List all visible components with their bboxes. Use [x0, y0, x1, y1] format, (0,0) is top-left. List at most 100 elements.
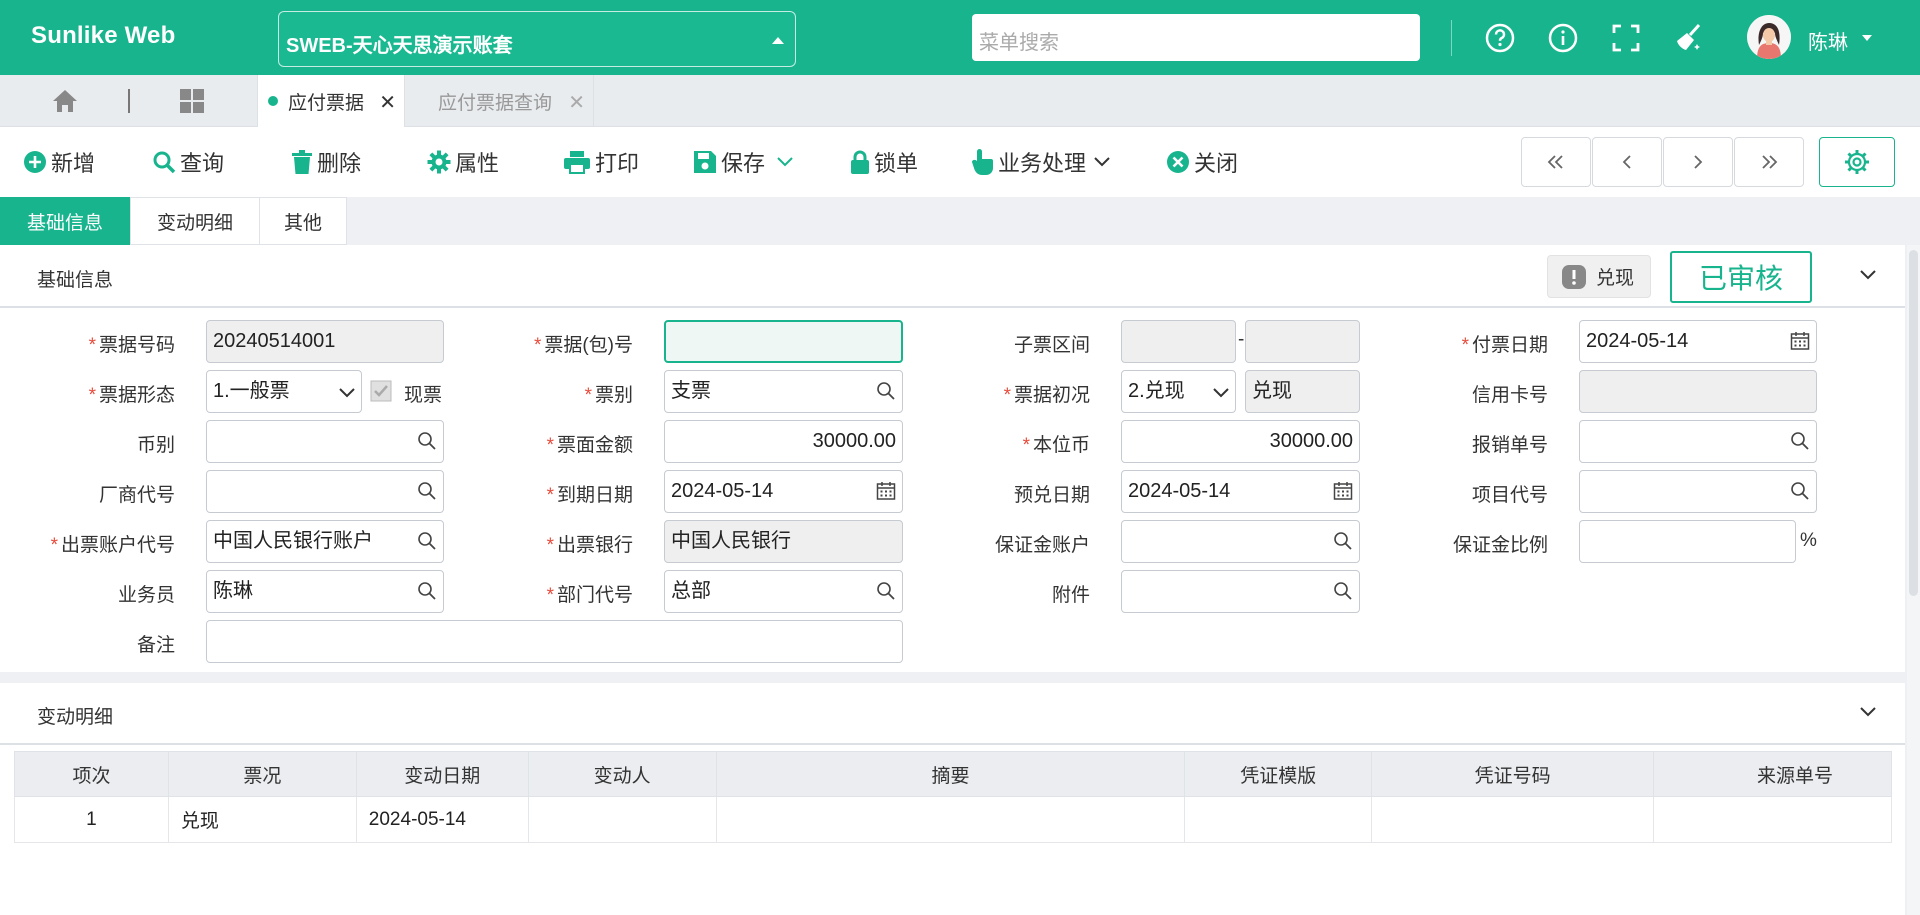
chevron-down-icon[interactable]: [777, 157, 793, 167]
search-icon[interactable]: [417, 581, 437, 601]
bill-no-label: * 票据号码: [88, 335, 175, 356]
clear-cache-broom-icon[interactable]: [1673, 22, 1705, 54]
first-record-button[interactable]: [1521, 137, 1591, 187]
deposit-ratio-label: 保证金比例: [1452, 535, 1548, 556]
local-amount-field[interactable]: 30000.00: [1121, 420, 1360, 463]
delete-label: 删除: [317, 151, 362, 176]
salesman-field[interactable]: 陈琳: [206, 570, 444, 613]
initial-status-select[interactable]: 2.兑现: [1121, 370, 1236, 413]
project-field[interactable]: [1579, 470, 1817, 513]
chevron-down-icon: [1213, 388, 1229, 398]
new-button[interactable]: 新增: [23, 147, 95, 177]
account-selector[interactable]: SWEB-天心天思演示账套: [278, 11, 796, 67]
tab-basic-info[interactable]: 基础信息: [0, 197, 130, 245]
calendar-icon[interactable]: [1790, 331, 1810, 351]
chevron-down-icon[interactable]: [1860, 707, 1876, 717]
status-badge: 兑现: [1547, 255, 1651, 298]
page-tab-strip: 应付票据 ✕ 应付票据查询 ✕: [0, 75, 1920, 127]
table-row[interactable]: 1 兑现 2024-05-14: [14, 796, 1892, 843]
expense-no-field[interactable]: [1579, 420, 1817, 463]
calendar-icon[interactable]: [1333, 481, 1353, 501]
package-no-field[interactable]: [664, 320, 903, 363]
print-label: 打印: [595, 151, 640, 176]
due-date-field[interactable]: 2024-05-14: [664, 470, 903, 513]
search-icon[interactable]: [1790, 431, 1810, 451]
bill-no-field[interactable]: 20240514001: [206, 320, 444, 363]
grid-menu-icon[interactable]: [178, 87, 206, 115]
sub-range-from-field[interactable]: [1121, 320, 1236, 363]
save-button[interactable]: 保存: [693, 147, 797, 177]
query-button[interactable]: 查询: [152, 147, 224, 177]
range-separator: -: [1238, 329, 1245, 350]
prev-record-button[interactable]: [1592, 137, 1662, 187]
remark-field[interactable]: [206, 620, 903, 663]
close-icon[interactable]: ✕: [379, 90, 396, 115]
pay-date-field[interactable]: 2024-05-14: [1579, 320, 1817, 363]
search-icon[interactable]: [1333, 581, 1353, 601]
deposit-ratio-field[interactable]: [1579, 520, 1796, 563]
currency-field[interactable]: [206, 420, 444, 463]
scrollbar-thumb[interactable]: [1909, 250, 1918, 596]
home-icon[interactable]: [51, 87, 79, 115]
dept-field[interactable]: 总部: [664, 570, 903, 613]
column-header[interactable]: 票况: [167, 751, 357, 797]
issue-account-field[interactable]: 中国人民银行账户: [206, 520, 444, 563]
issue-bank-field[interactable]: 中国人民银行: [664, 520, 903, 563]
column-header[interactable]: 摘要: [715, 751, 1186, 797]
vendor-field[interactable]: [206, 470, 444, 513]
properties-button[interactable]: 属性: [427, 147, 499, 177]
info-icon[interactable]: [1547, 22, 1579, 54]
user-avatar[interactable]: [1747, 15, 1791, 59]
lock-button[interactable]: 锁单: [850, 147, 918, 177]
column-header[interactable]: 凭证模版: [1184, 751, 1373, 797]
sub-range-to-field[interactable]: [1245, 320, 1360, 363]
business-process-button[interactable]: 业务处理: [972, 147, 1114, 177]
deposit-account-field[interactable]: [1121, 520, 1360, 563]
next-record-button[interactable]: [1663, 137, 1733, 187]
user-name[interactable]: 陈琳: [1808, 26, 1848, 55]
column-header[interactable]: 变动人: [527, 751, 717, 797]
vendor-label: 厂商代号: [98, 485, 175, 506]
tab-payable-bill-query[interactable]: 应付票据查询 ✕: [406, 75, 594, 127]
menu-search-input[interactable]: 菜单搜索: [972, 14, 1420, 61]
change-detail-panel: 变动明细 项次 票况 变动日期 变动人 摘要 凭证模版 凭证号码 来源单号 1 …: [0, 683, 1905, 915]
calendar-icon[interactable]: [876, 481, 896, 501]
search-icon[interactable]: [417, 481, 437, 501]
chevron-down-icon[interactable]: [1094, 157, 1110, 167]
bill-type-field[interactable]: 支票: [664, 370, 903, 413]
face-amount-label: * 票面金额: [546, 435, 633, 456]
column-header[interactable]: 项次: [14, 751, 169, 797]
search-icon[interactable]: [1790, 481, 1810, 501]
attachment-field[interactable]: [1121, 570, 1360, 613]
search-icon[interactable]: [876, 381, 896, 401]
initial-status-text-field[interactable]: 兑现: [1245, 370, 1360, 413]
expect-date-field[interactable]: 2024-05-14: [1121, 470, 1360, 513]
caret-down-icon[interactable]: [1862, 35, 1872, 41]
tab-payable-bill[interactable]: 应付票据 ✕: [257, 75, 405, 127]
print-button[interactable]: 打印: [563, 147, 639, 177]
form-select[interactable]: 1.一般票: [206, 370, 362, 413]
close-icon[interactable]: ✕: [568, 90, 585, 115]
help-icon[interactable]: [1484, 22, 1516, 54]
settings-button[interactable]: [1819, 137, 1895, 187]
column-header[interactable]: 变动日期: [355, 751, 529, 797]
tab-change-detail[interactable]: 变动明细: [130, 197, 260, 245]
delete-button[interactable]: 删除: [291, 147, 361, 177]
search-icon[interactable]: [417, 431, 437, 451]
chevron-down-icon[interactable]: [1860, 270, 1876, 280]
search-icon[interactable]: [417, 531, 437, 551]
search-icon[interactable]: [1333, 531, 1353, 551]
face-amount-field[interactable]: 30000.00: [664, 420, 903, 463]
floppy-disk-icon: [694, 151, 716, 173]
fullscreen-icon[interactable]: [1610, 22, 1642, 54]
column-header[interactable]: 来源单号: [1653, 751, 1892, 797]
active-dot-icon: [268, 96, 278, 106]
card-no-field[interactable]: [1579, 370, 1817, 413]
column-header[interactable]: 凭证号码: [1371, 751, 1655, 797]
tab-other[interactable]: 其他: [259, 197, 347, 245]
close-button[interactable]: 关闭: [1166, 147, 1238, 177]
search-icon[interactable]: [876, 581, 896, 601]
instant-checkbox[interactable]: [370, 380, 392, 402]
printer-icon: [564, 151, 590, 174]
last-record-button[interactable]: [1734, 137, 1804, 187]
